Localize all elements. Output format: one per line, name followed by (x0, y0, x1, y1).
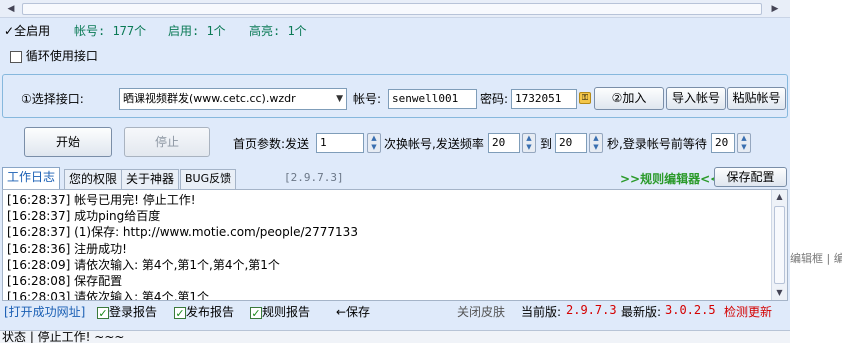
freq-from-input[interactable]: 20 (488, 133, 520, 153)
to-label: 到 (540, 137, 553, 151)
log-scrollbar-thumb[interactable] (774, 206, 785, 284)
log-line: [16:28:36] 注册成功! (7, 241, 127, 256)
log-line: [16:28:37] 帐号已用完! 停止工作! (7, 193, 196, 207)
interface-select[interactable]: 晒课视频群发(www.cetc.cc).wzdr ▼ (119, 88, 347, 110)
log-line: [16:28:37] (1)保存: http://www.motie.com/p… (7, 225, 358, 240)
chevron-down-icon[interactable]: ▼ (336, 89, 343, 109)
log-line: [16:28:03] 请依次输入: 第4个,第1个 (7, 290, 210, 301)
scroll-left-icon[interactable]: ◀ (4, 2, 18, 16)
checkbox-icon[interactable] (174, 306, 186, 319)
login-report-checkbox[interactable]: 登录报告 (97, 303, 157, 320)
paste-accounts-button[interactable]: 粘贴帐号 (727, 87, 786, 110)
tab-work-log[interactable]: 工作日志 (2, 167, 61, 190)
account-label: 帐号: (353, 92, 382, 106)
stop-button[interactable]: 停止 (124, 127, 210, 157)
wait-input[interactable]: 20 (711, 133, 735, 153)
tab-bug-report[interactable]: BUG反馈 (180, 169, 237, 189)
app-window: ◀ ▶ ✓全启用 帐号: 177个 启用: 1个 高亮: 1个 循环使用接口 ①… (0, 0, 790, 343)
send-count-spinner-icon[interactable]: ▲ ▼ (367, 133, 381, 153)
account-input[interactable]: senwell001 (388, 89, 477, 109)
tab-about[interactable]: 关于神器 (121, 169, 180, 189)
password-input[interactable]: 1732051 (511, 89, 577, 109)
params-label: 首页参数:发送 (233, 137, 310, 151)
highlighted-count: 高亮: 1个 (249, 24, 307, 38)
check-update-link[interactable]: 检测更新 (724, 303, 772, 320)
add-button[interactable]: ②加入 (594, 87, 664, 110)
background-editor-label: 编辑框 | 编 (790, 252, 842, 265)
log-scrollbar[interactable]: ▲ ▼ (771, 190, 787, 300)
scroll-up-icon[interactable]: ▲ (772, 190, 787, 204)
close-skin-link[interactable]: 关闭皮肤 (457, 303, 505, 320)
password-label: 密码: (480, 92, 509, 106)
select-interface-label: ①选择接口: (21, 92, 84, 106)
tab-permissions[interactable]: 您的权限 (64, 169, 123, 189)
loop-interface-checkbox[interactable]: 循环使用接口 (10, 47, 98, 64)
rule-editor-link[interactable]: >>规则编辑器<< (620, 170, 720, 187)
enabled-count: 启用: 1个 (168, 24, 226, 38)
publish-report-checkbox[interactable]: 发布报告 (174, 303, 234, 320)
scroll-down-icon[interactable]: ▼ (772, 286, 787, 300)
wait-label: 秒,登录帐号前等待 (607, 137, 707, 151)
status-bar: 状态 | 停止工作! ~~~ (0, 330, 790, 343)
switch-account-label: 次换帐号,发送频率 (384, 137, 484, 151)
rule-report-checkbox[interactable]: 规则报告 (250, 303, 310, 320)
accounts-count: 帐号: 177个 (74, 24, 147, 38)
log-line: [16:28:37] 成功ping给百度 (7, 209, 161, 224)
horizontal-scrollbar[interactable]: ◀ ▶ (0, 0, 790, 18)
log-line: [16:28:09] 请依次输入: 第4个,第1个,第4个,第1个 (7, 257, 280, 272)
freq-from-spinner-icon[interactable]: ▲ ▼ (522, 133, 536, 153)
check-icon: ✓ (4, 24, 15, 38)
enable-all-link[interactable]: ✓全启用 (4, 22, 50, 39)
current-version-label: 当前版: (521, 305, 562, 319)
freq-to-input[interactable]: 20 (555, 133, 587, 153)
save-link[interactable]: ←保存 (336, 303, 370, 320)
start-button[interactable]: 开始 (24, 127, 112, 157)
send-count-input[interactable]: 1 (316, 133, 364, 153)
latest-version-label: 最新版: (621, 305, 662, 319)
scroll-right-icon[interactable]: ▶ (768, 2, 782, 16)
freq-to-spinner-icon[interactable]: ▲ ▼ (589, 133, 603, 153)
key-icon[interactable]: ⚿ (579, 92, 591, 104)
latest-version-value: 3.0.2.5 (665, 303, 716, 317)
scrollbar-thumb[interactable] (22, 3, 762, 15)
save-config-button[interactable]: 保存配置 (714, 167, 787, 187)
log-lines: [16:28:37] 帐号已用完! 停止工作! [16:28:37] 成功pin… (7, 192, 767, 301)
version-center: [2.9.7.3] (284, 171, 344, 184)
log-panel[interactable]: [16:28:37] 帐号已用完! 停止工作! [16:28:37] 成功pin… (2, 189, 788, 301)
log-line: [16:28:08] 保存配置 (7, 273, 123, 288)
import-accounts-button[interactable]: 导入帐号 (666, 87, 726, 110)
wait-spinner-icon[interactable]: ▲ ▼ (737, 133, 751, 153)
checkbox-icon[interactable] (10, 50, 22, 63)
open-success-url-link[interactable]: [打开成功网址] (4, 303, 85, 320)
interface-groupbox: ①选择接口: 晒课视频群发(www.cetc.cc).wzdr ▼ 帐号: se… (2, 74, 788, 118)
checkbox-icon[interactable] (250, 306, 262, 319)
checkbox-icon[interactable] (97, 306, 109, 319)
current-version-value: 2.9.7.3 (566, 303, 617, 317)
